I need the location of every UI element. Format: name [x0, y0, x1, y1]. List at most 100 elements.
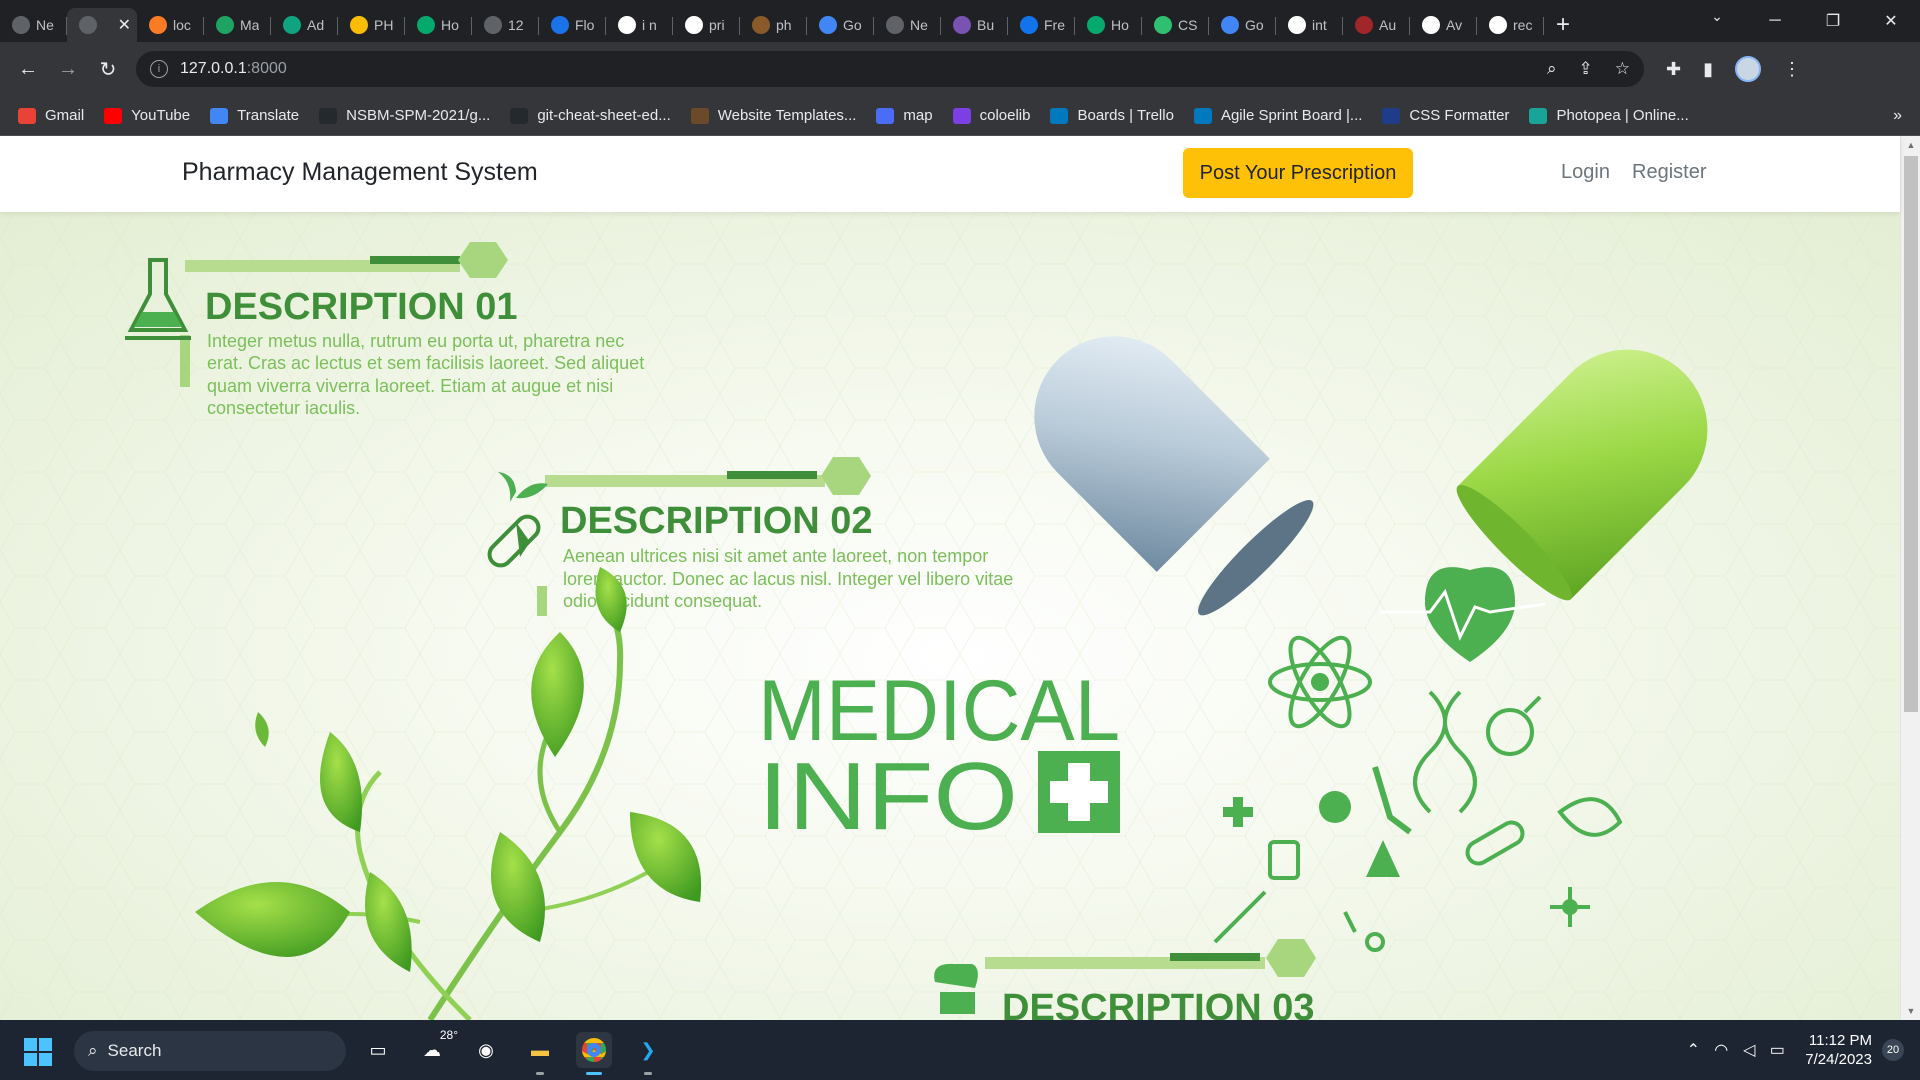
battery-icon[interactable]: ▭	[1763, 1040, 1791, 1060]
browser-tab[interactable]: ✕	[67, 8, 137, 42]
bootstrap-icon	[953, 16, 971, 34]
address-bar[interactable]: i 127.0.0.1:8000 ⌕ ⇪ ☆	[136, 51, 1644, 87]
windows-start-icon[interactable]	[24, 1038, 52, 1066]
wifi-icon[interactable]: ◠	[1707, 1040, 1735, 1060]
bookmark-label: Gmail	[45, 107, 85, 124]
restore-icon[interactable]: ❐	[1804, 0, 1862, 42]
browser-tab[interactable]: Av	[1410, 8, 1477, 42]
task-view-icon[interactable]: ▭	[360, 1032, 396, 1068]
translate-icon	[1221, 16, 1239, 34]
browser-tab[interactable]: Ho	[405, 8, 472, 42]
bookmark-star-icon[interactable]: ☆	[1615, 59, 1630, 79]
file-explorer-icon[interactable]: ▬	[522, 1032, 558, 1075]
tab-search-chevron-icon[interactable]: ⌄	[1702, 8, 1732, 25]
side-panel-icon[interactable]: ▮	[1703, 59, 1713, 80]
tab-title: Go	[843, 17, 862, 33]
bookmark-label: Website Templates...	[717, 107, 857, 124]
bookmark-item[interactable]: Agile Sprint Board |...	[1193, 107, 1363, 124]
bookmark-label: map	[903, 107, 933, 124]
m-icon	[216, 16, 234, 34]
browser-tab[interactable]: Go	[807, 8, 874, 42]
hero-banner: DESCRIPTION 01 Integer metus nulla, rutr…	[0, 212, 1900, 1020]
browser-menu-icon[interactable]: ⋮	[1783, 59, 1801, 80]
browser-tab[interactable]: Ne	[874, 8, 941, 42]
chrome-taskbar-icon[interactable]	[576, 1032, 612, 1075]
taskbar-search-label: Search	[107, 1041, 162, 1060]
map-icon	[876, 107, 895, 124]
zoom-icon[interactable]: ⌕	[1547, 59, 1557, 79]
share-icon[interactable]: ⇪	[1579, 59, 1593, 79]
close-tab-icon[interactable]: ✕	[118, 15, 131, 35]
bookmark-item[interactable]: coloelib	[952, 107, 1030, 124]
translate-icon	[210, 107, 229, 124]
browser-tab[interactable]: i n	[606, 8, 673, 42]
browser-tab[interactable]: Au	[1343, 8, 1410, 42]
scroll-up-icon[interactable]: ▲	[1901, 136, 1920, 154]
w3-icon	[417, 16, 435, 34]
teams-chat-icon[interactable]: ◉	[468, 1032, 504, 1068]
tab-strip: Ne ✕ loc Ma Ad PH Ho 12 Flo i n pri ph Go Ne Bu Fre Ho CS…	[0, 0, 1920, 42]
register-link[interactable]: Register	[1632, 161, 1706, 184]
reload-icon[interactable]: ↻	[90, 51, 126, 87]
scroll-thumb[interactable]	[1904, 156, 1918, 712]
notification-badge[interactable]: 20	[1882, 1039, 1904, 1061]
bookmark-item[interactable]: YouTube	[104, 107, 190, 124]
browser-tab[interactable]: 12	[472, 8, 539, 42]
post-prescription-button[interactable]: Post Your Prescription	[1183, 148, 1413, 198]
back-arrow-icon[interactable]: ←	[10, 51, 46, 87]
browser-tab[interactable]: Bu	[941, 8, 1008, 42]
photopea-icon	[1529, 107, 1548, 124]
more-bookmarks-icon[interactable]: »	[1893, 107, 1902, 125]
bookmark-item[interactable]: Photopea | Online...	[1529, 107, 1689, 124]
tab-title: Bu	[977, 17, 995, 33]
tab-title: loc	[173, 17, 191, 33]
profile-avatar[interactable]	[1735, 56, 1761, 82]
browser-tab[interactable]: rec	[1477, 8, 1544, 42]
clock[interactable]: 11:12 PM 7/24/2023	[1805, 1031, 1872, 1069]
bookmark-item[interactable]: git-cheat-sheet-ed...	[510, 107, 671, 124]
close-window-icon[interactable]: ✕	[1862, 0, 1920, 42]
extensions-puzzle-icon[interactable]: ✚	[1666, 59, 1681, 80]
login-link[interactable]: Login	[1561, 161, 1610, 184]
bookmark-item[interactable]: Gmail	[18, 107, 84, 124]
browser-tab[interactable]: PH	[338, 8, 405, 42]
browser-tab[interactable]: Go	[1209, 8, 1276, 42]
browser-tab[interactable]: CS	[1142, 8, 1209, 42]
description-02-line: lorem auctor. Donec ac lacus nisl. Integ…	[563, 569, 1013, 589]
forward-arrow-icon[interactable]: →	[50, 51, 86, 87]
bookmarks-bar: Gmail YouTube Translate NSBM-SPM-2021/g... g…	[0, 96, 1920, 136]
browser-tab[interactable]: Ad	[271, 8, 338, 42]
browser-tab[interactable]: loc	[137, 8, 204, 42]
bookmark-item[interactable]: Website Templates...	[690, 107, 857, 124]
bookmark-item[interactable]: Translate	[210, 107, 299, 124]
browser-tab[interactable]: Flo	[539, 8, 606, 42]
volume-icon[interactable]: ◁	[1735, 1040, 1763, 1060]
browser-tab[interactable]: Ne	[0, 8, 67, 42]
scroll-down-icon[interactable]: ▼	[1901, 1002, 1920, 1020]
site-info-icon[interactable]: i	[150, 60, 168, 78]
browser-tab[interactable]: pri	[673, 8, 740, 42]
browser-tab[interactable]: int	[1276, 8, 1343, 42]
bookmark-label: Agile Sprint Board |...	[1220, 107, 1363, 124]
weather-icon[interactable]: ☁ 28°	[414, 1028, 458, 1068]
bookmark-item[interactable]: Boards | Trello	[1050, 107, 1174, 124]
search-icon	[551, 16, 569, 34]
bookmark-label: git-cheat-sheet-ed...	[537, 107, 671, 124]
minimize-icon[interactable]: ─	[1746, 0, 1804, 42]
vscode-icon[interactable]: ❯	[630, 1032, 666, 1075]
new-tab-icon[interactable]: +	[1544, 8, 1582, 42]
php-icon	[752, 16, 770, 34]
browser-tab[interactable]: Ma	[204, 8, 271, 42]
browser-tab[interactable]: ph	[740, 8, 807, 42]
bookmark-item[interactable]: CSS Formatter	[1382, 107, 1509, 124]
bookmark-item[interactable]: map	[876, 107, 933, 124]
taskbar-search[interactable]: ⌕ Search	[74, 1031, 346, 1071]
figma-icon	[1355, 16, 1373, 34]
tab-title: rec	[1513, 17, 1533, 33]
browser-tab[interactable]: Ho	[1075, 8, 1142, 42]
bookmark-item[interactable]: NSBM-SPM-2021/g...	[319, 107, 490, 124]
page-scrollbar[interactable]: ▲ ▼	[1900, 136, 1920, 1020]
chevron-up-icon[interactable]: ⌃	[1679, 1040, 1707, 1060]
site-brand[interactable]: Pharmacy Management System	[182, 158, 538, 187]
browser-tab[interactable]: Fre	[1008, 8, 1075, 42]
